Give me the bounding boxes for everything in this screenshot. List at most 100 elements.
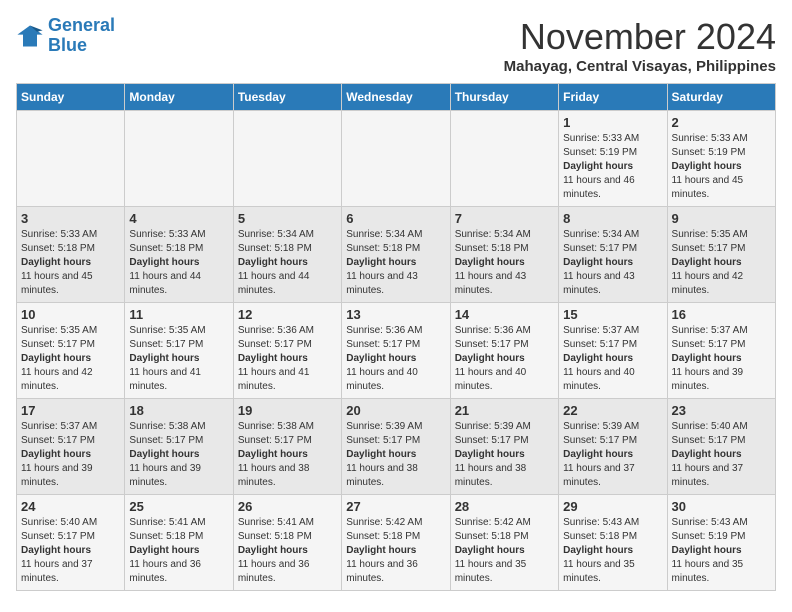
day-number: 8 (563, 211, 662, 226)
weekday-header: Thursday (450, 84, 558, 111)
calendar-header-row: SundayMondayTuesdayWednesdayThursdayFrid… (17, 84, 776, 111)
day-info: Sunrise: 5:34 AM Sunset: 5:17 PM Dayligh… (563, 228, 662, 298)
day-number: 30 (672, 499, 771, 514)
day-number: 15 (563, 307, 662, 322)
calendar-cell: 24 Sunrise: 5:40 AM Sunset: 5:17 PM Dayli… (17, 495, 125, 591)
calendar-cell: 18Sunrise: 5:38 AM Sunset: 5:17 PM Dayli… (125, 399, 233, 495)
day-number: 12 (238, 307, 337, 322)
calendar-cell: 26 Sunrise: 5:41 AM Sunset: 5:18 PM Dayli… (233, 495, 341, 591)
calendar-cell: 12Sunrise: 5:36 AM Sunset: 5:17 PM Dayli… (233, 303, 341, 399)
day-info: Sunrise: 5:37 AM Sunset: 5:17 PM Dayligh… (563, 324, 662, 394)
weekday-header: Friday (559, 84, 667, 111)
day-info: Sunrise: 5:40 AM Sunset: 5:17 PM Dayligh… (21, 516, 120, 586)
calendar-cell (450, 111, 558, 207)
calendar-cell: 16Sunrise: 5:37 AM Sunset: 5:17 PM Dayli… (667, 303, 775, 399)
calendar-cell (233, 111, 341, 207)
calendar-cell (342, 111, 450, 207)
day-number: 7 (455, 211, 554, 226)
day-info: Sunrise: 5:34 AM Sunset: 5:18 PM Dayligh… (346, 228, 445, 298)
day-info: Sunrise: 5:35 AM Sunset: 5:17 PM Dayligh… (672, 228, 771, 298)
day-info: Sunrise: 5:33 AM Sunset: 5:19 PM Dayligh… (672, 132, 771, 202)
calendar-cell: 21Sunrise: 5:39 AM Sunset: 5:17 PM Dayli… (450, 399, 558, 495)
day-number: 6 (346, 211, 445, 226)
day-info: Sunrise: 5:42 AM Sunset: 5:18 PM Dayligh… (455, 516, 554, 586)
day-info: Sunrise: 5:39 AM Sunset: 5:17 PM Dayligh… (346, 420, 445, 490)
calendar-cell (125, 111, 233, 207)
calendar-cell: 28 Sunrise: 5:42 AM Sunset: 5:18 PM Dayli… (450, 495, 558, 591)
day-info: Sunrise: 5:33 AM Sunset: 5:18 PM Dayligh… (129, 228, 228, 298)
calendar-cell: 25Sunrise: 5:41 AM Sunset: 5:18 PM Dayli… (125, 495, 233, 591)
day-info: Sunrise: 5:41 AM Sunset: 5:18 PM Dayligh… (129, 516, 228, 586)
calendar-cell: 15 Sunrise: 5:37 AM Sunset: 5:17 PM Dayli… (559, 303, 667, 399)
day-info: Sunrise: 5:38 AM Sunset: 5:17 PM Dayligh… (238, 420, 337, 490)
day-info: Sunrise: 5:41 AM Sunset: 5:18 PM Dayligh… (238, 516, 337, 586)
calendar-cell: 1Sunrise: 5:33 AM Sunset: 5:19 PM Daylig… (559, 111, 667, 207)
title-section: November 2024 Mahayag, Central Visayas, … (504, 16, 776, 75)
day-info: Sunrise: 5:34 AM Sunset: 5:18 PM Dayligh… (455, 228, 554, 298)
day-number: 20 (346, 403, 445, 418)
calendar-cell: 10 Sunrise: 5:35 AM Sunset: 5:17 PM Dayli… (17, 303, 125, 399)
day-number: 13 (346, 307, 445, 322)
day-number: 14 (455, 307, 554, 322)
calendar-cell: 17 Sunrise: 5:37 AM Sunset: 5:17 PM Dayli… (17, 399, 125, 495)
day-number: 1 (563, 115, 662, 130)
day-info: Sunrise: 5:38 AM Sunset: 5:17 PM Dayligh… (129, 420, 228, 490)
calendar-cell (17, 111, 125, 207)
logo-text: General Blue (48, 16, 115, 56)
calendar-week-row: 24 Sunrise: 5:40 AM Sunset: 5:17 PM Dayli… (17, 495, 776, 591)
calendar-cell: 30 Sunrise: 5:43 AM Sunset: 5:19 PM Dayli… (667, 495, 775, 591)
calendar-week-row: 1 Sunrise: 5:33 AM Sunset: 5:19 PM Daylig… (17, 111, 776, 207)
calendar-cell: 13 Sunrise: 5:36 AM Sunset: 5:17 PM Dayli… (342, 303, 450, 399)
calendar-cell: 29 Sunrise: 5:43 AM Sunset: 5:18 PM Dayli… (559, 495, 667, 591)
calendar-cell: 4Sunrise: 5:33 AM Sunset: 5:18 PM Daylig… (125, 207, 233, 303)
day-info: Sunrise: 5:36 AM Sunset: 5:17 PM Dayligh… (455, 324, 554, 394)
logo: General Blue (16, 16, 115, 56)
day-number: 19 (238, 403, 337, 418)
day-info: Sunrise: 5:36 AM Sunset: 5:17 PM Dayligh… (346, 324, 445, 394)
calendar-table: SundayMondayTuesdayWednesdayThursdayFrid… (16, 83, 776, 591)
month-title: November 2024 (504, 16, 776, 58)
day-info: Sunrise: 5:35 AM Sunset: 5:17 PM Dayligh… (129, 324, 228, 394)
day-number: 3 (21, 211, 120, 226)
location-title: Mahayag, Central Visayas, Philippines (504, 58, 776, 75)
weekday-header: Monday (125, 84, 233, 111)
day-number: 24 (21, 499, 120, 514)
day-info: Sunrise: 5:39 AM Sunset: 5:17 PM Dayligh… (563, 420, 662, 490)
calendar-week-row: 10 Sunrise: 5:35 AM Sunset: 5:17 PM Dayli… (17, 303, 776, 399)
day-info: Sunrise: 5:35 AM Sunset: 5:17 PM Dayligh… (21, 324, 120, 394)
day-info: Sunrise: 5:37 AM Sunset: 5:17 PM Dayligh… (21, 420, 120, 490)
day-number: 23 (672, 403, 771, 418)
day-info: Sunrise: 5:40 AM Sunset: 5:17 PM Dayligh… (672, 420, 771, 490)
day-info: Sunrise: 5:43 AM Sunset: 5:18 PM Dayligh… (563, 516, 662, 586)
day-number: 5 (238, 211, 337, 226)
calendar-cell: 11 Sunrise: 5:35 AM Sunset: 5:17 PM Dayli… (125, 303, 233, 399)
calendar-cell: 6 Sunrise: 5:34 AM Sunset: 5:18 PM Daylig… (342, 207, 450, 303)
calendar-cell: 9Sunrise: 5:35 AM Sunset: 5:17 PM Daylig… (667, 207, 775, 303)
calendar-cell: 20 Sunrise: 5:39 AM Sunset: 5:17 PM Dayli… (342, 399, 450, 495)
day-number: 27 (346, 499, 445, 514)
day-number: 28 (455, 499, 554, 514)
page-header: General Blue November 2024 Mahayag, Cent… (16, 16, 776, 75)
day-number: 2 (672, 115, 771, 130)
day-number: 29 (563, 499, 662, 514)
day-number: 11 (129, 307, 228, 322)
calendar-cell: 7 Sunrise: 5:34 AM Sunset: 5:18 PM Daylig… (450, 207, 558, 303)
calendar-week-row: 3 Sunrise: 5:33 AM Sunset: 5:18 PM Daylig… (17, 207, 776, 303)
day-number: 17 (21, 403, 120, 418)
day-info: Sunrise: 5:42 AM Sunset: 5:18 PM Dayligh… (346, 516, 445, 586)
day-info: Sunrise: 5:39 AM Sunset: 5:17 PM Dayligh… (455, 420, 554, 490)
day-number: 26 (238, 499, 337, 514)
weekday-header: Tuesday (233, 84, 341, 111)
calendar-cell: 22 Sunrise: 5:39 AM Sunset: 5:17 PM Dayli… (559, 399, 667, 495)
weekday-header: Saturday (667, 84, 775, 111)
weekday-header: Sunday (17, 84, 125, 111)
calendar-cell: 2 Sunrise: 5:33 AM Sunset: 5:19 PM Daylig… (667, 111, 775, 207)
day-info: Sunrise: 5:43 AM Sunset: 5:19 PM Dayligh… (672, 516, 771, 586)
calendar-cell: 23 Sunrise: 5:40 AM Sunset: 5:17 PM Dayli… (667, 399, 775, 495)
calendar-cell: 27 Sunrise: 5:42 AM Sunset: 5:18 PM Dayli… (342, 495, 450, 591)
calendar-cell: 5Sunrise: 5:34 AM Sunset: 5:18 PM Daylig… (233, 207, 341, 303)
weekday-header: Wednesday (342, 84, 450, 111)
calendar-week-row: 17 Sunrise: 5:37 AM Sunset: 5:17 PM Dayli… (17, 399, 776, 495)
day-number: 22 (563, 403, 662, 418)
day-number: 10 (21, 307, 120, 322)
